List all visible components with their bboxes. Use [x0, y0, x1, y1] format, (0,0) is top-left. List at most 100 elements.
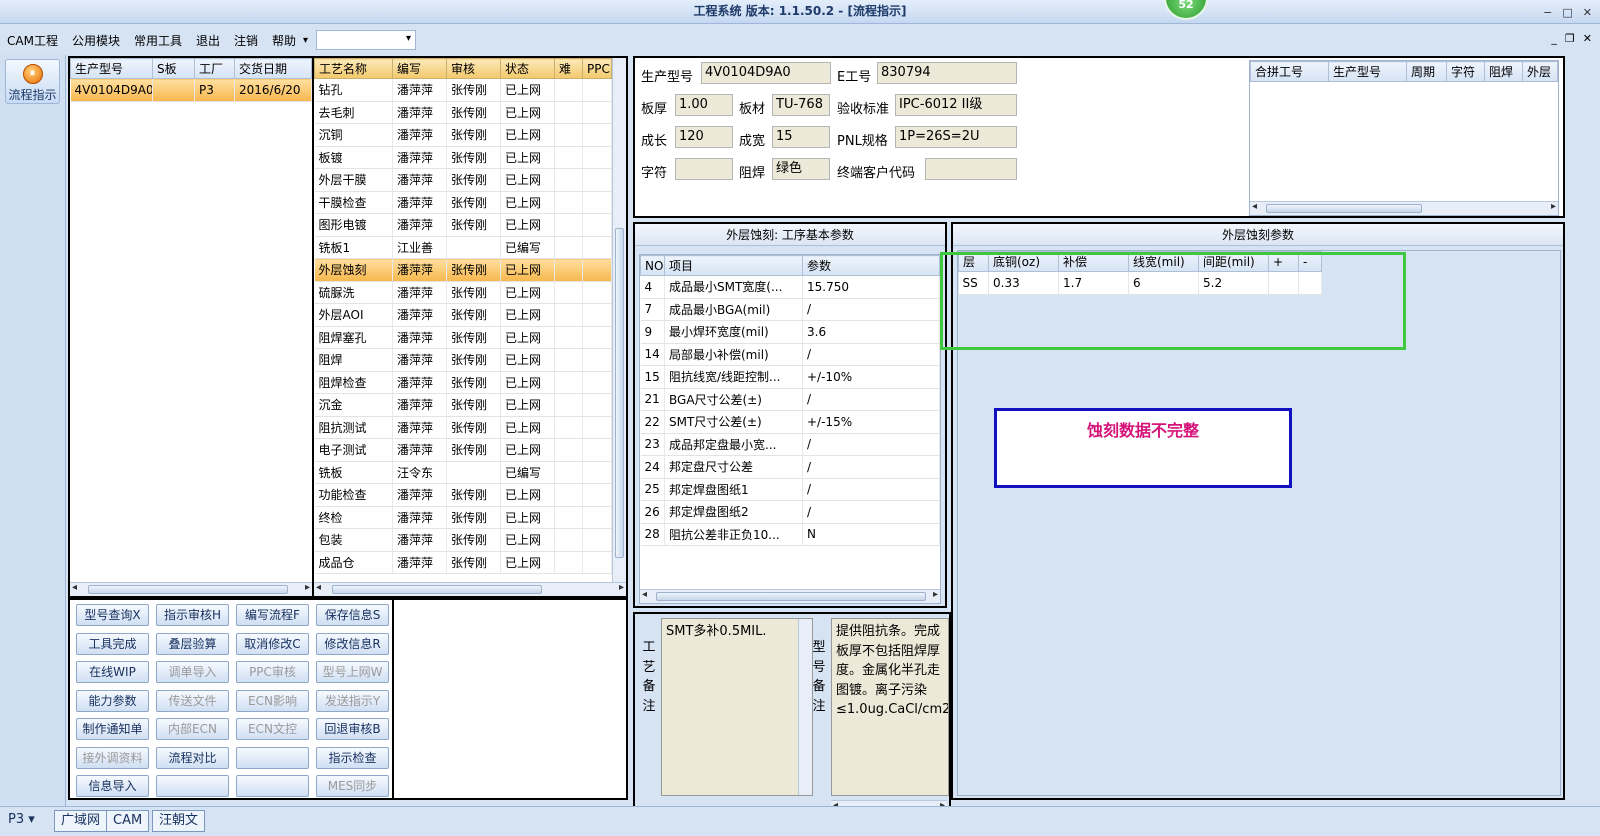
scroll-thumb[interactable] [332, 585, 542, 594]
process-table-row[interactable]: 铣板1 江业善 已编写 [314, 236, 612, 259]
menu-cam[interactable]: CAM工程 [0, 32, 65, 49]
thickness-field[interactable]: 1.00 [675, 94, 733, 116]
params-table-row[interactable]: 9 最小焊环宽度(mil) 3.6 [640, 320, 940, 344]
action-button[interactable]: PPC审核 [236, 661, 309, 683]
process-table-row[interactable]: 阻焊塞孔 潘萍萍 张传刚 已上网 [314, 326, 612, 349]
combined-table-header[interactable]: 外层 [1522, 61, 1558, 82]
order-table-header[interactable]: 工厂 [194, 58, 235, 79]
process-table-row[interactable]: 铣板 汪令东 已编写 [314, 461, 612, 484]
action-button[interactable]: ECN影响 [236, 689, 309, 712]
model-field[interactable]: 4V0104D9A0 [701, 62, 831, 84]
combined-table-header[interactable]: 生产型号 [1328, 61, 1407, 82]
params-table-row[interactable]: 24 邦定盘尺寸公差 / [640, 455, 940, 479]
process-table-row[interactable]: 沉金 潘萍萍 张传刚 已上网 [314, 393, 612, 417]
mdi-restore-icon[interactable]: ❐ [1565, 32, 1575, 45]
order-table-header[interactable]: 生产型号 [70, 58, 153, 79]
process-table-header[interactable]: 状态 [500, 58, 555, 79]
maximize-icon[interactable]: □ [1562, 2, 1572, 24]
process-notes-field[interactable]: SMT多补0.5MIL. [661, 618, 813, 796]
scroll-thumb[interactable] [88, 585, 288, 594]
process-hscroll[interactable] [314, 582, 626, 596]
status-combo[interactable]: P3 ▾ [2, 810, 50, 832]
action-button[interactable] [236, 746, 309, 769]
process-table-row[interactable]: 板镀 潘萍萍 张传刚 已上网 [314, 146, 612, 169]
action-button[interactable]: 发送指示Y [316, 689, 389, 712]
process-table-row[interactable]: 电子测试 潘萍萍 张传刚 已上网 [314, 438, 612, 462]
params-table-row[interactable]: 25 邦定焊盘图纸1/ [640, 478, 940, 501]
process-table-row[interactable]: 去毛刺 潘萍萍 张传刚 已上网 [314, 101, 612, 124]
customer-code-field[interactable] [925, 158, 1017, 180]
params-table-row[interactable]: 21 BGA尺寸公差(±) / [640, 388, 940, 411]
params-table-header[interactable]: 项目 [664, 255, 803, 276]
standard-field[interactable]: IPC-6012 II级 [895, 94, 1017, 116]
action-button[interactable]: 传送文件 [156, 689, 229, 712]
action-button[interactable]: 内部ECN [156, 718, 229, 740]
soldermask-field[interactable]: 绿色 [772, 158, 830, 180]
action-button[interactable]: 制作通知单 [76, 718, 149, 740]
action-button[interactable]: 保存信息S [316, 604, 389, 626]
action-button[interactable] [156, 775, 229, 797]
action-button[interactable]: 编写流程F [236, 604, 309, 626]
eno-field[interactable]: 830794 [877, 62, 1017, 84]
action-button[interactable]: 工具完成 [76, 632, 149, 655]
process-table-header[interactable]: 工艺名称 [314, 58, 393, 79]
scroll-thumb[interactable] [615, 228, 624, 558]
order-table-row[interactable]: 4V0104D9A0 P3 2016/6/20 [70, 78, 312, 102]
process-vscroll[interactable] [612, 58, 626, 582]
order-hscroll[interactable] [70, 582, 312, 596]
order-table-header[interactable]: 交货日期 [234, 58, 312, 79]
action-button[interactable]: 取消修改C [236, 632, 309, 655]
menu-help[interactable]: 帮助 [265, 32, 303, 49]
combined-table-header[interactable]: 阻焊 [1484, 61, 1523, 82]
action-button[interactable]: 叠层验算 [156, 632, 229, 655]
action-button[interactable]: 型号查询X [76, 604, 149, 626]
process-table-row[interactable]: 干膜检查 潘萍萍 张传刚 已上网 [314, 191, 612, 214]
action-button[interactable]: ECN文控 [236, 718, 309, 740]
params-table-row[interactable]: 28 阻抗公差非正负10... N [640, 523, 940, 546]
menu-common-modules[interactable]: 公用模块 [65, 32, 127, 49]
action-button[interactable]: 型号上网W [316, 661, 389, 683]
width-field[interactable]: 15 [772, 126, 830, 148]
material-field[interactable]: TU-768 [772, 94, 830, 116]
minimize-icon[interactable]: − [1543, 2, 1552, 24]
length-field[interactable]: 120 [675, 126, 733, 148]
action-button[interactable]: 指示审核H [156, 604, 229, 626]
combined-hscroll[interactable] [1250, 201, 1558, 215]
silkscreen-field[interactable] [675, 158, 733, 180]
mdi-minimize-icon[interactable]: _ [1551, 32, 1557, 45]
status-tab-cam[interactable]: CAM [106, 810, 150, 832]
action-button[interactable]: 指示检查 [316, 746, 389, 769]
process-table-row[interactable]: 阻焊 潘萍萍 张传刚 已上网 [314, 348, 612, 372]
process-table-row[interactable]: 阻抗测试 潘萍萍 张传刚 已上网 [314, 416, 612, 439]
status-tab-user[interactable]: 汪朝文 [152, 810, 206, 832]
menu-logout[interactable]: 注销 [227, 32, 265, 49]
pnl-field[interactable]: 1P=26S=2U [895, 126, 1017, 148]
process-table-row[interactable]: 阻焊检查 潘萍萍 张传刚 已上网 [314, 371, 612, 394]
action-button[interactable]: 流程对比 [156, 746, 229, 769]
menu-exit[interactable]: 退出 [189, 32, 227, 49]
action-button[interactable]: 能力参数 [76, 689, 149, 712]
model-notes-field[interactable]: 提供阻抗条。完成板厚不包括阻焊厚度。金属化半孔走图镀。离子污染≤1.0ug.Ca… [831, 618, 949, 796]
action-button[interactable]: 信息导入 [76, 775, 149, 797]
combined-table-header[interactable]: 合拼工号 [1250, 61, 1329, 82]
menu-tools[interactable]: 常用工具 [127, 32, 189, 49]
params-table-header[interactable]: 参数 [802, 255, 940, 276]
params-table-row[interactable]: 15 阻抗线宽/线距控制... +/-10% [640, 365, 940, 389]
process-table-header[interactable]: 难 [554, 58, 583, 79]
process-table-header[interactable]: PPC [582, 58, 612, 79]
params-table-row[interactable]: 26 邦定焊盘图纸2/ [640, 500, 940, 524]
flow-instruction-button[interactable]: ⏸ 流程指示 [5, 59, 60, 104]
params-table-row[interactable]: 22 SMT尺寸公差(±) +/-15% [640, 410, 940, 434]
close-icon[interactable]: ✕ [1583, 2, 1592, 24]
process-table-row[interactable]: 硫脲洗 潘萍萍 张传刚 已上网 [314, 281, 612, 304]
combined-table-header[interactable]: 字符 [1446, 61, 1485, 82]
action-button[interactable]: 调单导入 [156, 661, 229, 683]
params-table-header[interactable]: NO [640, 255, 665, 276]
combined-table-header[interactable]: 周期 [1406, 61, 1447, 82]
process-table-header[interactable]: 审核 [446, 58, 501, 79]
menu-combo[interactable] [316, 30, 417, 50]
process-table-row[interactable]: 终检 潘萍萍 张传刚 已上网 [314, 506, 612, 529]
process-table-row[interactable]: 外层干膜 潘萍萍 张传刚 已上网 [314, 168, 612, 192]
status-tab-network[interactable]: 广域网 [54, 810, 108, 832]
action-button[interactable]: MES同步 [316, 775, 389, 797]
